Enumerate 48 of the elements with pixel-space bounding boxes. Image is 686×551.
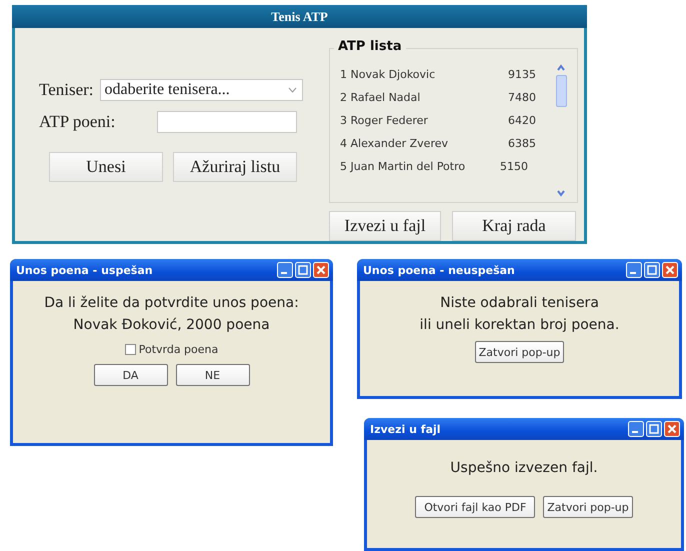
dialog-button[interactable]: NE bbox=[176, 364, 250, 386]
form-button[interactable]: Ažuriraj listu bbox=[173, 152, 297, 182]
dialog-title: Unos poena - neuspešan bbox=[363, 264, 516, 276]
action-button[interactable]: Izvezi u fajl bbox=[329, 211, 441, 241]
dialog-title: Izvezi u fajl bbox=[370, 422, 442, 436]
maximize-icon[interactable] bbox=[646, 421, 662, 437]
dialog-message: Uspešno izvezen fajl. bbox=[450, 460, 598, 476]
scroll-thumb[interactable] bbox=[556, 75, 566, 107]
scroll-up-icon[interactable] bbox=[556, 63, 566, 73]
dialog-button[interactable]: Zatvori pop-up bbox=[474, 341, 564, 363]
dialog-button[interactable]: Zatvori pop-up bbox=[543, 496, 633, 518]
minimize-icon[interactable] bbox=[626, 262, 642, 278]
checkbox-label: Potvrda poena bbox=[138, 343, 218, 356]
dropdown-icon bbox=[288, 87, 297, 93]
player-points: 7480 bbox=[507, 91, 536, 104]
maximize-icon[interactable] bbox=[644, 262, 660, 278]
dialog-button[interactable]: DA bbox=[94, 364, 168, 386]
form-button[interactable]: Unesi bbox=[49, 152, 163, 182]
dialog-message: Novak Đoković, 2000 poena bbox=[73, 317, 270, 333]
player-name: 4 Alexander Zverev bbox=[340, 137, 450, 150]
close-icon[interactable] bbox=[664, 421, 680, 437]
dialog-button[interactable]: Otvori fajl kao PDF bbox=[415, 496, 536, 518]
player-name: 1 Novak Djokovic bbox=[340, 68, 436, 81]
scroll-down-icon[interactable] bbox=[556, 188, 566, 198]
minimize-icon[interactable] bbox=[277, 262, 293, 278]
checkbox[interactable] bbox=[124, 344, 136, 355]
player-select[interactable]: odaberite tenisera... bbox=[100, 79, 303, 101]
dialog-message: Niste odabrali tenisera bbox=[440, 295, 599, 311]
player-name: 5 Juan Martin del Potro bbox=[340, 160, 466, 173]
player-name: 3 Roger Federer bbox=[340, 114, 429, 127]
dialog-title: Unos poena - uspešan bbox=[16, 264, 154, 276]
dialog-message: Da li želite da potvrdite unos poena: bbox=[44, 295, 299, 311]
close-icon[interactable] bbox=[662, 262, 678, 278]
player-points: 6385 bbox=[507, 137, 536, 150]
points-label: ATP poeni: bbox=[39, 112, 116, 132]
minimize-icon[interactable] bbox=[628, 421, 644, 437]
player-points: 6420 bbox=[507, 114, 536, 127]
player-points: 5150 bbox=[500, 160, 528, 173]
maximize-icon[interactable] bbox=[295, 262, 311, 278]
action-button[interactable]: Kraj rada bbox=[452, 211, 576, 241]
window-title: Tenis ATP bbox=[12, 5, 587, 28]
player-label: Teniser: bbox=[39, 80, 94, 100]
close-icon[interactable] bbox=[313, 262, 329, 278]
player-name: 2 Rafael Nadal bbox=[340, 91, 422, 104]
points-field[interactable] bbox=[157, 111, 297, 133]
dialog-message: ili uneli korektan broj poena. bbox=[420, 317, 620, 333]
player-points: 9135 bbox=[507, 68, 536, 81]
scrollbar[interactable] bbox=[553, 63, 569, 198]
